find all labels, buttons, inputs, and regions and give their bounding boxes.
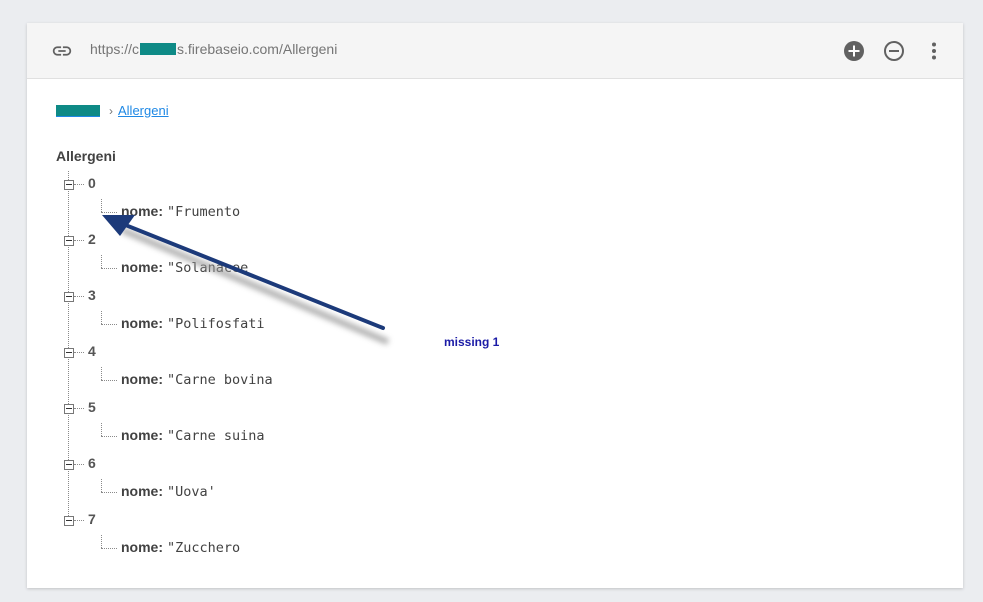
tree-connector	[101, 212, 117, 213]
tree-connector	[101, 479, 102, 492]
field-value[interactable]: "Uova'	[167, 484, 216, 500]
tree-node-key[interactable]: 4	[88, 343, 96, 359]
field-value[interactable]: "Carne suina	[167, 428, 265, 444]
collapse-toggle[interactable]	[64, 180, 74, 190]
database-panel: https://c s.firebaseio.com/Allergeni › Al…	[27, 23, 963, 588]
annotation-text: missing 1	[444, 335, 500, 349]
tree-node-key[interactable]: 5	[88, 399, 96, 415]
breadcrumb-root-link[interactable]	[56, 104, 100, 117]
field-value[interactable]: "Zucchero	[167, 540, 240, 556]
tree-connector	[101, 311, 102, 324]
tree-connector	[101, 535, 102, 548]
tree-connector	[101, 324, 117, 325]
tree-connector	[74, 520, 84, 521]
tree-connector	[74, 408, 84, 409]
link-icon	[52, 46, 72, 56]
breadcrumb-current-link[interactable]: Allergeni	[118, 103, 169, 118]
tree-connector	[74, 240, 84, 241]
tree-connector	[101, 380, 117, 381]
database-url[interactable]: https://c s.firebaseio.com/Allergeni	[90, 41, 337, 57]
tree-node-key[interactable]: 0	[88, 175, 96, 191]
collapse-toggle[interactable]	[64, 404, 74, 414]
tree-child-row[interactable]: nome: "Uova'	[121, 483, 216, 501]
tree-connector	[101, 255, 102, 268]
more-vert-icon[interactable]	[922, 39, 946, 63]
tree-child-row[interactable]: nome: "Carne suina	[121, 427, 265, 445]
tree-connector	[74, 296, 84, 297]
tree-connector	[74, 352, 84, 353]
tree-child-row[interactable]: nome: "Carne bovina	[121, 371, 273, 389]
url-prefix: https://c	[90, 41, 140, 57]
field-value[interactable]: "Solanacee	[167, 260, 248, 276]
field-key: nome:	[121, 203, 163, 219]
tree-connector	[74, 184, 84, 185]
tree-child-row[interactable]: nome: "Frumento	[121, 203, 240, 221]
tree-connector	[101, 436, 117, 437]
tree-node-key[interactable]: 2	[88, 231, 96, 247]
tree-connector	[101, 548, 117, 549]
tree-child-row[interactable]: nome: "Zucchero	[121, 539, 240, 557]
field-key: nome:	[121, 259, 163, 275]
tree-node-key[interactable]: 3	[88, 287, 96, 303]
tree-connector	[101, 492, 117, 493]
breadcrumb-separator: ›	[109, 103, 113, 118]
tree-connector	[101, 199, 102, 212]
field-value[interactable]: "Polifosfati	[167, 316, 265, 332]
tree-connector	[101, 423, 102, 436]
tree-connector	[74, 464, 84, 465]
tree-child-row[interactable]: nome: "Polifosfati	[121, 315, 265, 333]
field-value[interactable]: "Carne bovina	[167, 372, 273, 388]
breadcrumb: › Allergeni	[56, 103, 169, 118]
tree-child-row[interactable]: nome: "Solanacee	[121, 259, 248, 277]
tree-node-key[interactable]: 6	[88, 455, 96, 471]
url-toolbar: https://c s.firebaseio.com/Allergeni	[27, 23, 963, 79]
collapse-toggle[interactable]	[64, 516, 74, 526]
tree-root-label: Allergeni	[56, 148, 116, 164]
collapse-toggle[interactable]	[64, 292, 74, 302]
remove-circle-icon[interactable]	[882, 39, 906, 63]
field-key: nome:	[121, 539, 163, 555]
field-key: nome:	[121, 427, 163, 443]
add-circle-icon[interactable]	[842, 39, 866, 63]
url-suffix: s.firebaseio.com/Allergeni	[177, 41, 338, 57]
collapse-toggle[interactable]	[64, 348, 74, 358]
collapse-toggle[interactable]	[64, 460, 74, 470]
field-key: nome:	[121, 371, 163, 387]
tree-node-key[interactable]: 7	[88, 511, 96, 527]
field-value[interactable]: "Frumento	[167, 204, 240, 220]
url-redaction	[140, 43, 177, 55]
field-key: nome:	[121, 483, 163, 499]
tree-connector	[101, 268, 117, 269]
collapse-toggle[interactable]	[64, 236, 74, 246]
tree-connector	[101, 367, 102, 380]
field-key: nome:	[121, 315, 163, 331]
